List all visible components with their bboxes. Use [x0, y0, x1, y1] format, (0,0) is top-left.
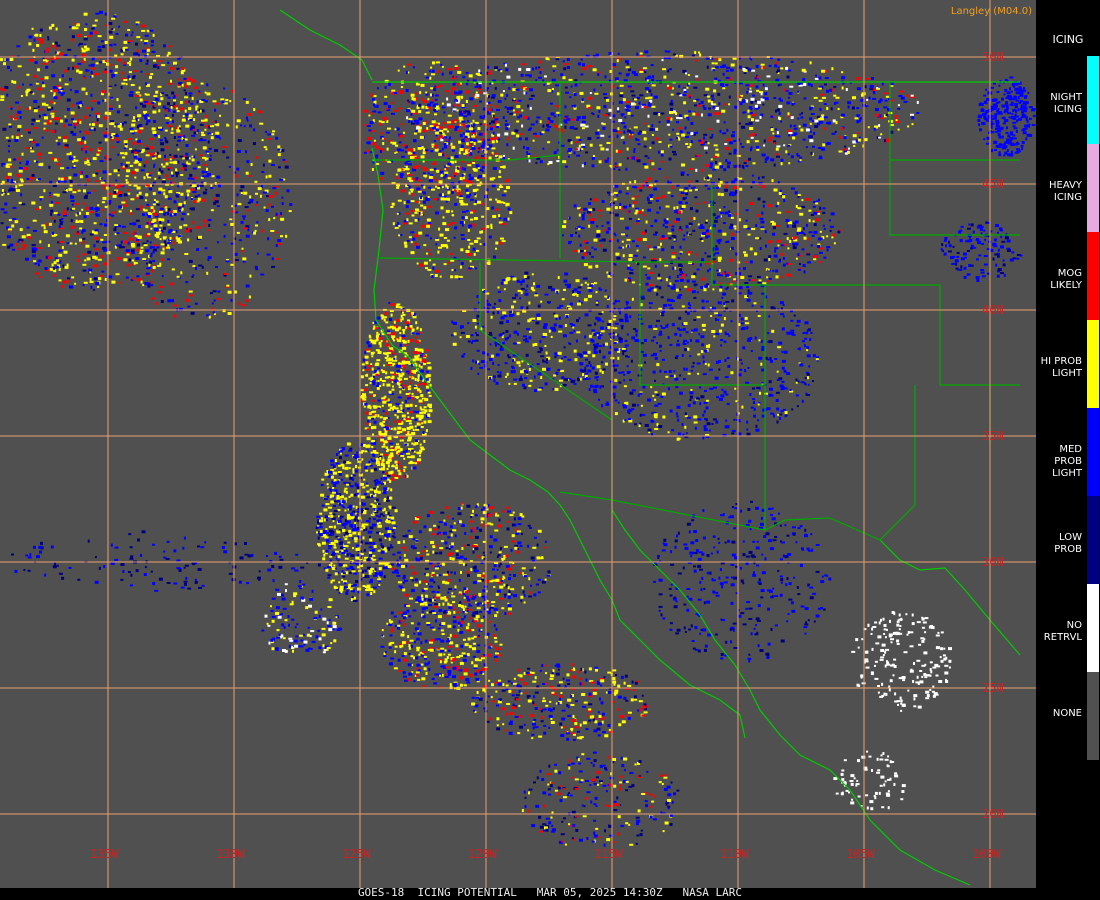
longitude-label: 100W — [972, 847, 1002, 861]
legend-label: NIGHT ICING — [1050, 92, 1082, 115]
longitude-label: 110W — [720, 847, 750, 861]
legend-label: LOW PROB — [1054, 532, 1082, 555]
legend-swatch — [1087, 584, 1099, 672]
legend-label: NONE — [1052, 708, 1082, 719]
latitude-label: 45N — [982, 177, 1004, 191]
legend-swatch — [1087, 408, 1099, 496]
legend-label: HI PROB LIGHT — [1040, 356, 1082, 379]
latitude-label: 35N — [982, 429, 1004, 443]
legend-title: ICING — [1052, 33, 1084, 46]
satellite-map: 50N 45N 40N 35N 30N 25N 20N 135W 130W 125W 120W 115… — [0, 0, 1036, 888]
longitude-label: 125W — [342, 847, 372, 861]
longitude-label: 135W — [90, 847, 120, 861]
vancouver-island — [279, 9, 373, 81]
latitude-label: 25N — [982, 681, 1004, 695]
legend-label: HEAVY ICING — [1049, 180, 1082, 203]
legend-swatch — [1087, 672, 1099, 760]
latitude-label: 50N — [982, 50, 1004, 64]
longitude-label: 115W — [594, 847, 624, 861]
legend-swatch — [1087, 320, 1099, 408]
footer-title: GOES-18 ICING POTENTIAL MAR 05, 2025 14:… — [0, 887, 1100, 900]
icing-field — [0, 10, 1036, 847]
legend-swatch — [1087, 56, 1099, 144]
legend-swatch — [1087, 496, 1099, 584]
credit-label: Langley (M04.0) — [950, 6, 1032, 17]
longitude-label: 120W — [468, 847, 498, 861]
legend-swatch — [1087, 232, 1099, 320]
legend-label: NO RETRVL — [1043, 620, 1082, 643]
legend-swatch — [1087, 144, 1099, 232]
latitude-label: 30N — [982, 555, 1004, 569]
longitude-label: 105W — [846, 847, 876, 861]
latitude-label: 20N — [982, 807, 1004, 821]
gulf-california-coast — [611, 509, 971, 886]
legend-label: MED PROB LIGHT — [1052, 444, 1082, 479]
longitude-label: 130W — [216, 847, 246, 861]
map-canvas: 50N 45N 40N 35N 30N 25N 20N 135W 130W 125W 120W 115… — [0, 0, 1036, 888]
latitude-label: 40N — [982, 303, 1004, 317]
grid-labels: 50N 45N 40N 35N 30N 25N 20N 135W 130W 125W 120W 115… — [90, 50, 1004, 861]
legend-label: MOG LIKELY — [1050, 268, 1082, 291]
